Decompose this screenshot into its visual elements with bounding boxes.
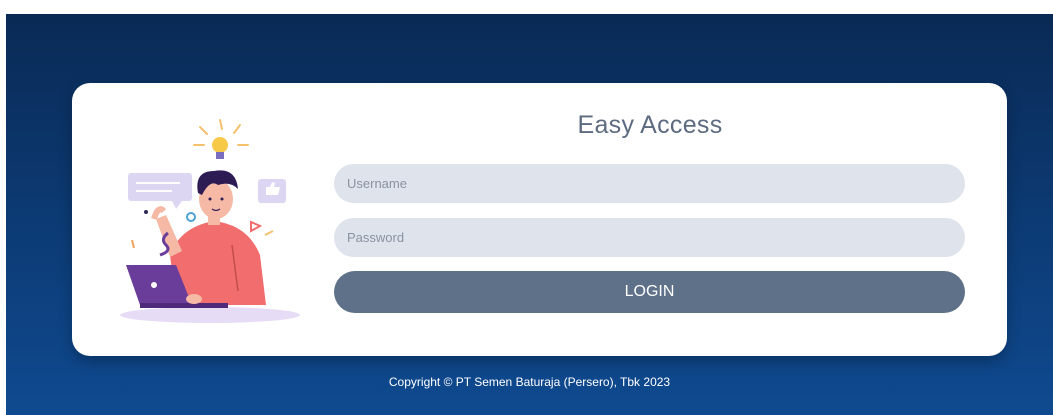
login-button[interactable]: LOGIN bbox=[334, 271, 965, 313]
footer-copyright: Copyright © PT Semen Baturaja (Persero),… bbox=[388, 375, 671, 389]
username-input[interactable] bbox=[334, 164, 965, 203]
person-with-laptop-illustration-icon bbox=[120, 119, 300, 323]
login-title: Easy Access bbox=[577, 111, 723, 139]
password-input[interactable] bbox=[334, 218, 965, 257]
login-card: Easy Access LOGIN bbox=[72, 83, 1007, 356]
